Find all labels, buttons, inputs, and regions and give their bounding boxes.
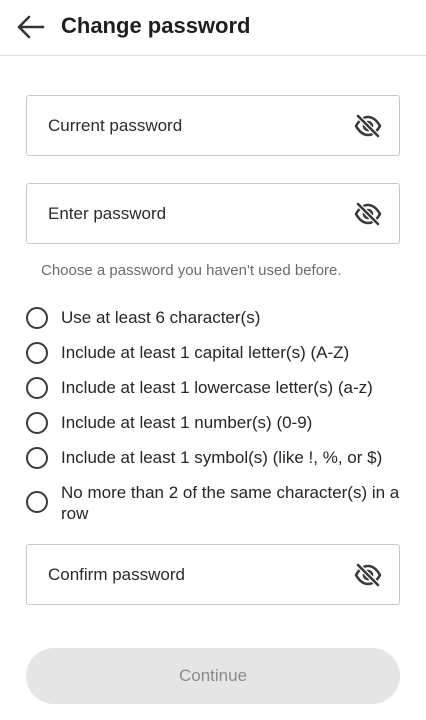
requirement-text: Include at least 1 lowercase letter(s) (… — [61, 378, 373, 397]
new-password-field[interactable]: Enter password — [26, 183, 400, 244]
password-helper-text: Choose a password you haven't used befor… — [41, 262, 342, 279]
current-password-label: Current password — [48, 115, 183, 135]
requirement-radio — [26, 342, 48, 364]
confirm-password-field[interactable]: Confirm password — [26, 544, 400, 605]
requirement-text: Include at least 1 symbol(s) (like !, %,… — [61, 448, 383, 467]
current-password-field[interactable]: Current password — [26, 95, 400, 156]
back-button[interactable] — [14, 10, 48, 44]
requirement-text: Include at least 1 number(s) (0-9) — [61, 413, 313, 432]
requirement-item: Include at least 1 number(s) (0-9) — [26, 412, 406, 434]
requirement-radio — [26, 447, 48, 469]
requirement-radio — [26, 377, 48, 399]
arrow-left-icon — [17, 15, 45, 39]
requirement-radio — [26, 491, 48, 513]
requirement-item: Include at least 1 symbol(s) (like !, %,… — [26, 447, 406, 469]
eye-slash-icon — [354, 201, 382, 226]
eye-slash-icon — [354, 113, 382, 138]
page-title: Change password — [61, 13, 251, 38]
requirement-item: No more than 2 of the same character(s) … — [26, 482, 406, 524]
new-password-label: Enter password — [48, 203, 167, 223]
app-header: Change password — [0, 0, 426, 56]
requirement-item: Include at least 1 lowercase letter(s) (… — [26, 377, 406, 399]
eye-slash-icon — [354, 562, 382, 587]
toggle-visibility-button[interactable] — [353, 111, 383, 141]
requirement-text: No more than 2 of the same character(s) … — [61, 483, 400, 523]
toggle-visibility-button[interactable] — [353, 199, 383, 229]
toggle-visibility-button[interactable] — [353, 560, 383, 590]
confirm-password-label: Confirm password — [48, 564, 185, 584]
requirement-text: Include at least 1 capital letter(s) (A-… — [61, 343, 350, 362]
requirement-item: Use at least 6 character(s) — [26, 307, 406, 329]
requirement-item: Include at least 1 capital letter(s) (A-… — [26, 342, 406, 364]
requirement-radio — [26, 307, 48, 329]
requirement-radio — [26, 412, 48, 434]
continue-button[interactable]: Continue — [26, 648, 400, 704]
requirement-text: Use at least 6 character(s) — [61, 308, 261, 327]
